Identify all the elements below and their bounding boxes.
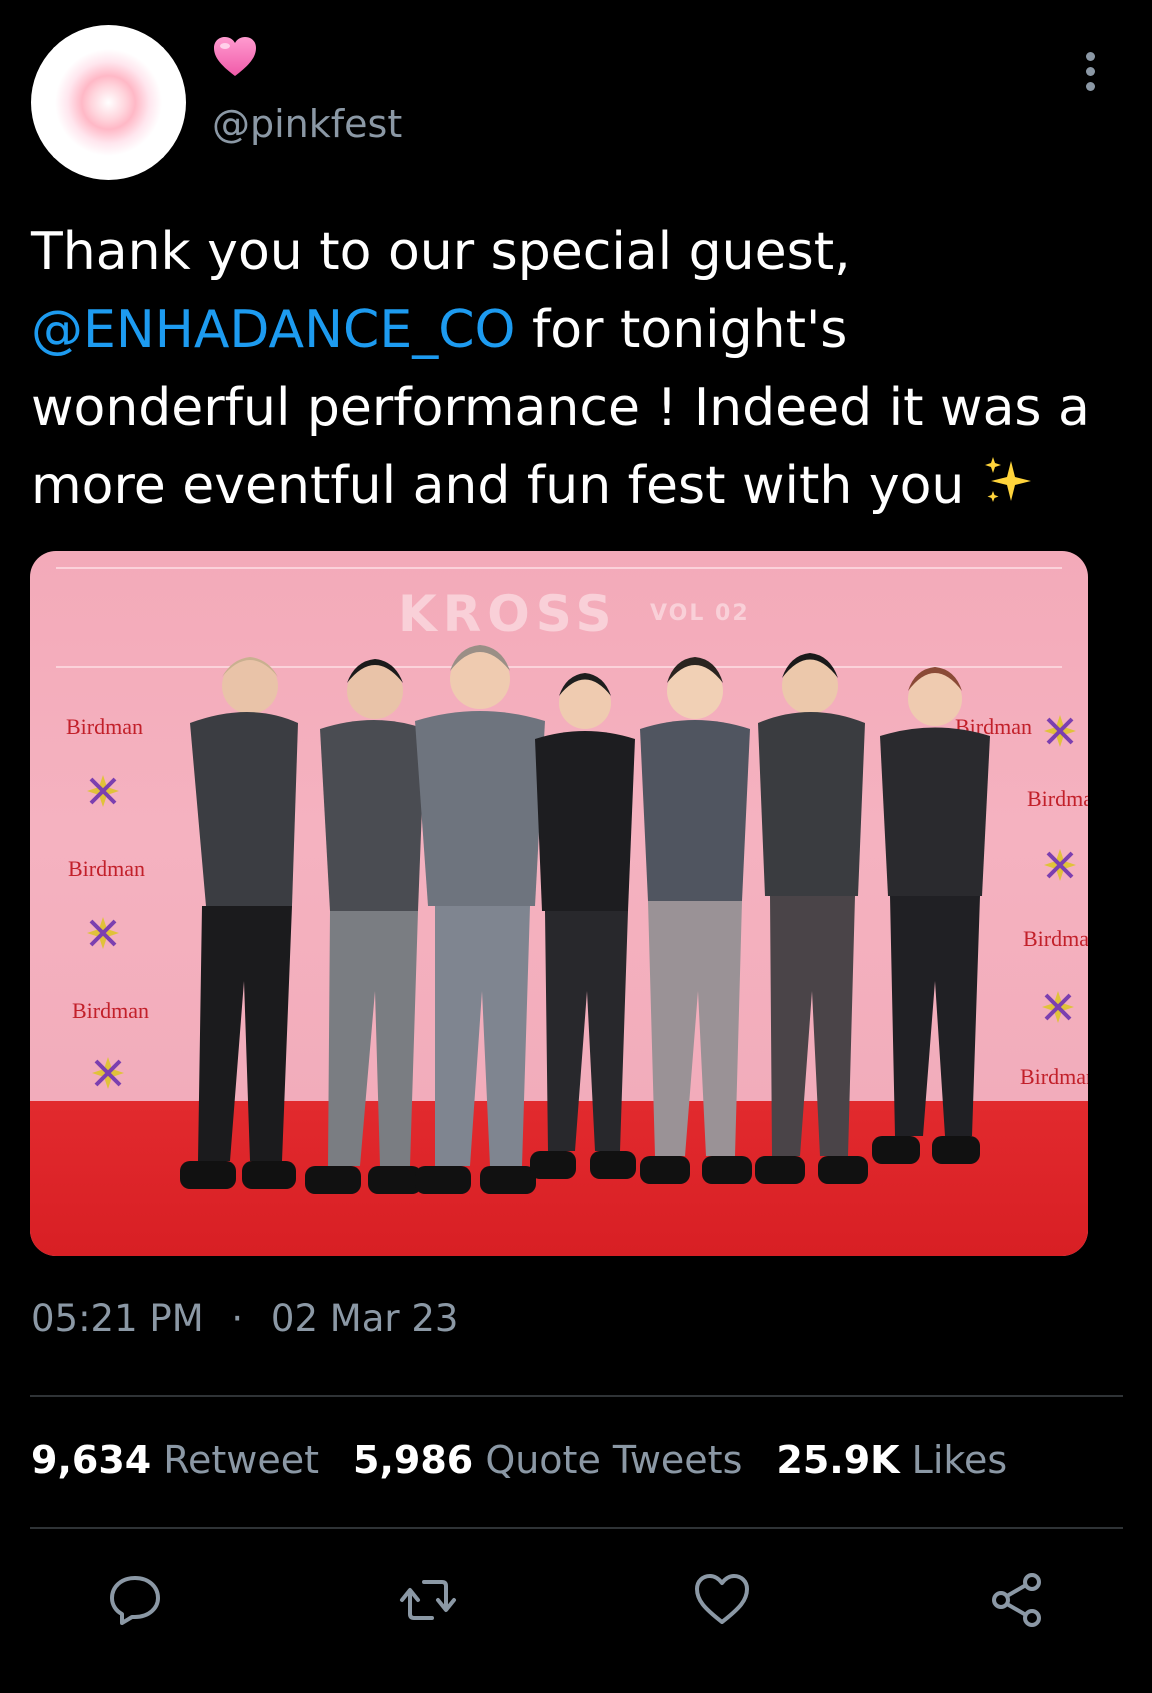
pink-heart-icon <box>214 37 256 76</box>
author-handle[interactable]: @pinkfest <box>212 102 402 146</box>
performer-figure <box>640 657 752 1184</box>
quotes-label: Quote Tweets <box>485 1438 743 1482</box>
group-photo-figures <box>180 645 990 1194</box>
performer-figure <box>755 653 868 1184</box>
heart-glow-icon <box>53 47 164 158</box>
divider <box>30 1395 1123 1397</box>
quotes-stat[interactable]: 5,986 Quote Tweets <box>353 1438 742 1482</box>
retweets-count: 9,634 <box>31 1438 152 1482</box>
sparkles-icon <box>984 457 1031 502</box>
timestamp-separator: · <box>231 1297 244 1340</box>
tweet-photo[interactable]: KROSS VOL 02 Birdman Birdman Birdman Bir… <box>30 551 1088 1256</box>
performer-figure <box>872 667 990 1164</box>
likes-stat[interactable]: 25.9K Likes <box>776 1438 1007 1482</box>
divider <box>30 1527 1123 1529</box>
mention-link[interactable]: @ENHADANCE_CO <box>31 300 515 360</box>
performer-figure <box>305 659 425 1194</box>
retweets-label: Retweet <box>163 1438 320 1482</box>
tweet-time: 05:21 PM <box>31 1297 204 1340</box>
tweet-text: Thank you to our special guest, @ENHADAN… <box>31 213 1121 525</box>
tweet-text-intro: Thank you to our special guest, <box>31 222 868 282</box>
share-icon[interactable] <box>987 1570 1047 1630</box>
tweet-date: 02 Mar 23 <box>270 1297 459 1340</box>
reply-icon[interactable] <box>105 1570 165 1630</box>
tweet-timestamp[interactable]: 05:21 PM · 02 Mar 23 <box>31 1297 458 1340</box>
quotes-count: 5,986 <box>353 1438 474 1482</box>
like-icon[interactable] <box>692 1570 752 1630</box>
performer-figure <box>530 673 636 1179</box>
likes-label: Likes <box>911 1438 1008 1482</box>
retweets-stat[interactable]: 9,634 Retweet <box>31 1438 319 1482</box>
engagement-stats: 9,634 Retweet 5,986 Quote Tweets 25.9K Lik… <box>31 1438 1007 1482</box>
more-options-icon[interactable] <box>1080 52 1100 96</box>
likes-count: 25.9K <box>776 1438 900 1482</box>
performer-figure <box>415 645 545 1194</box>
retweet-icon[interactable] <box>398 1570 458 1630</box>
avatar[interactable] <box>31 25 186 180</box>
performer-figure <box>180 657 298 1189</box>
